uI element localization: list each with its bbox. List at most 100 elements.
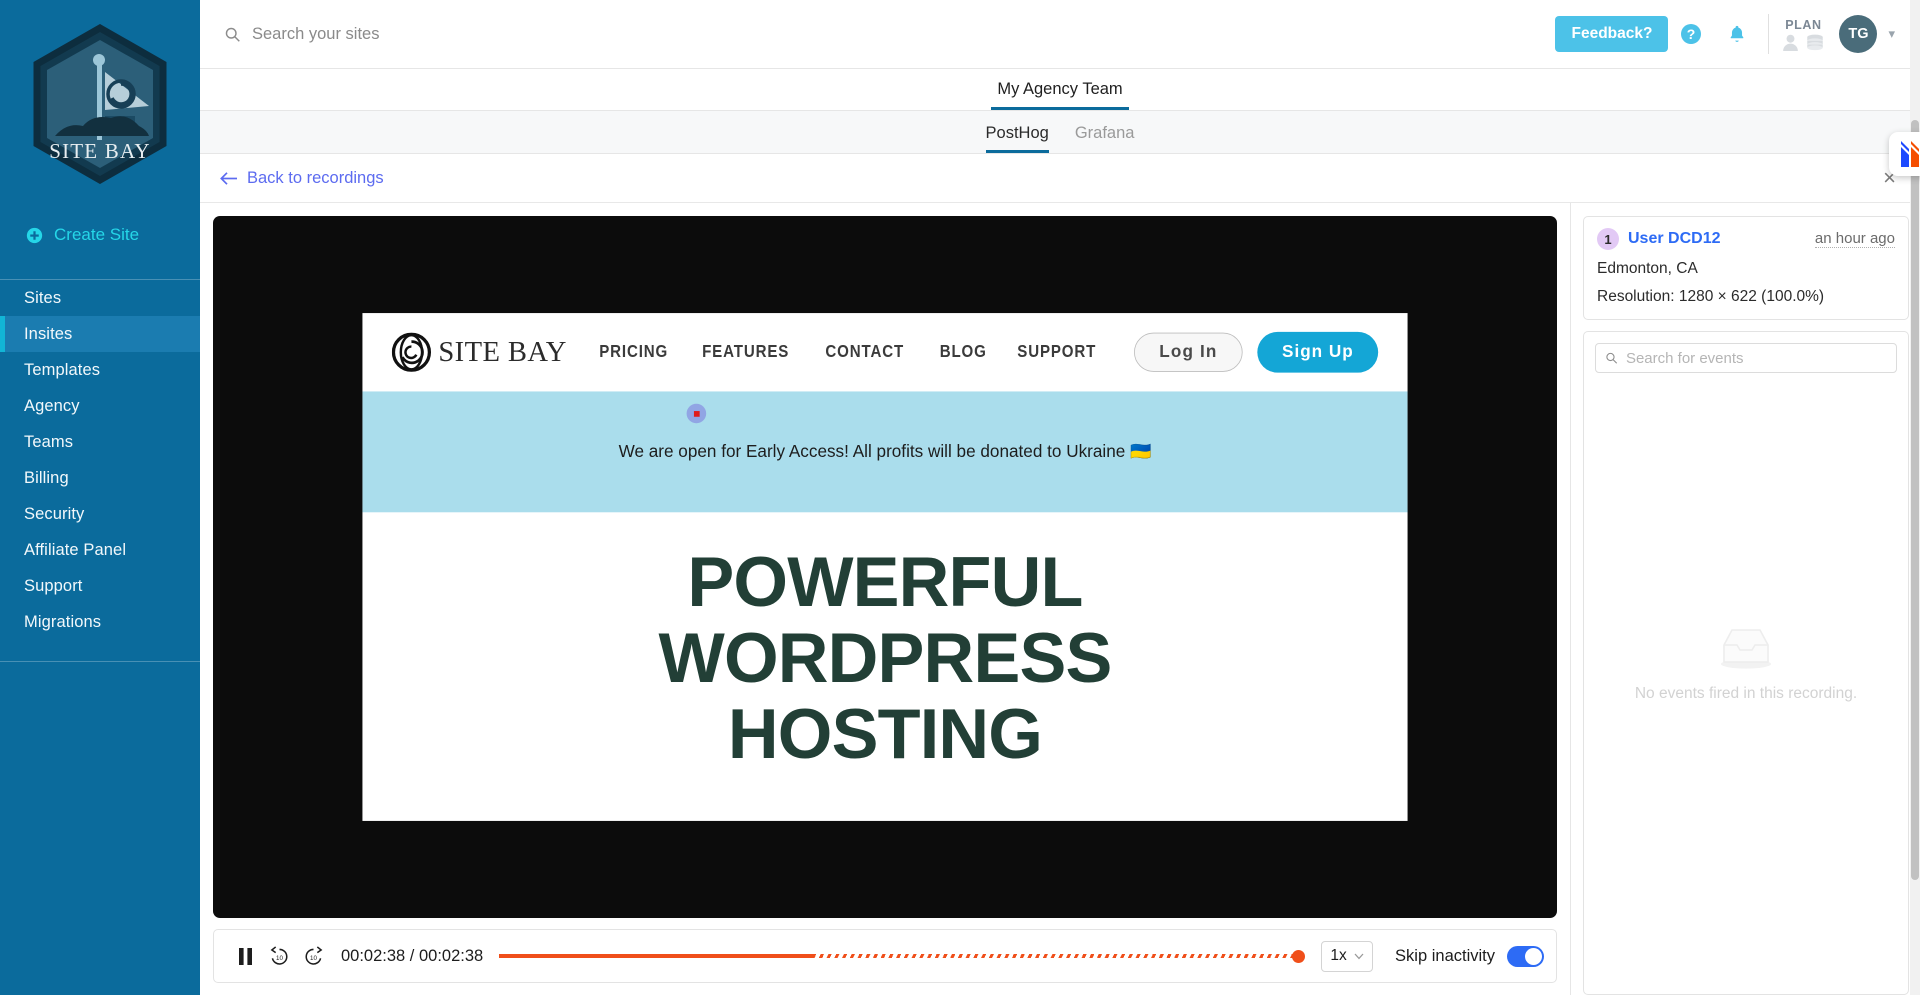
site-signup-button[interactable]: Sign Up [1257,331,1379,373]
forward-10-icon: 10 [304,945,322,965]
sidebar-item-security[interactable]: Security [0,496,200,532]
tab-grafana[interactable]: Grafana [1075,124,1135,153]
sidebar-item-label: Affiliate Panel [24,540,127,559]
sidebar-item-label: Insites [24,324,73,343]
events-search-input[interactable] [1625,349,1887,367]
search-input[interactable]: Search your sites [252,25,379,44]
site-menu-contact[interactable]: CONTACT [826,342,905,362]
plus-circle-icon [26,227,43,243]
site-menu-features[interactable]: FEATURES [702,342,789,362]
hero-line-2: WORDPRESS [658,619,1112,698]
seek-progress-inactive [813,954,1299,958]
top-bar: Search your sites Feedback? ? PLAN TG ▾ [200,0,1920,69]
sidebar-nav: Sites Insites Templates Agency Teams Bil… [0,280,200,640]
user-info-card: 1 User DCD12 an hour ago Edmonton, CA Re… [1583,216,1909,320]
svg-text:SITE BAY: SITE BAY [49,139,151,163]
playback-speed-value: 1x [1330,947,1347,964]
chevron-down-icon [1354,953,1364,959]
tab-my-agency-team[interactable]: My Agency Team [991,80,1129,110]
site-menu-pricing[interactable]: PRICING [599,342,668,362]
site-search[interactable]: Search your sites [200,25,1555,44]
site-menu-support[interactable]: SUPPORT [1018,342,1097,362]
site-menu-blog[interactable]: BLOG [940,342,987,362]
replay-cursor-indicator [686,403,707,424]
top-bar-divider [1768,14,1770,54]
sidebar-item-agency[interactable]: Agency [0,388,200,424]
skip-inactivity-label: Skip inactivity [1395,946,1495,965]
site-hero-heading: POWERFUL WORDPRESS HOSTING [362,545,1407,773]
main-column: Search your sites Feedback? ? PLAN TG ▾ … [200,0,1920,995]
left-sidebar: SITE BAY Create Site Sites Insites Templ… [0,0,200,995]
help-circle-icon: ? [1681,24,1702,44]
back-to-recordings-link[interactable]: Back to recordings [220,169,384,188]
site-navbar: SITE BAY PRICING FEATURES CONTACT BLOG S… [362,313,1407,391]
playback-speed-select[interactable]: 1x [1321,940,1374,972]
player-controls: 10 10 00:02:38 / 00:02:38 1x Skip inacti… [213,929,1557,983]
sidebar-item-billing[interactable]: Billing [0,460,200,496]
sidebar-item-label: Security [24,504,85,523]
recording-content: SITE BAY PRICING FEATURES CONTACT BLOG S… [200,203,1920,995]
create-site-button[interactable]: Create Site [0,212,200,258]
site-logo[interactable]: SITE BAY [391,332,567,372]
sidebar-item-label: Teams [24,432,74,451]
seek-progress-active [499,954,814,958]
search-icon [1606,352,1618,364]
rewind-10-button[interactable]: 10 [262,939,296,973]
posthog-logo-badge[interactable] [1889,132,1920,176]
sidebar-item-teams[interactable]: Teams [0,424,200,460]
plan-usage-icons [1781,34,1825,51]
sidebar-item-label: Migrations [24,612,102,631]
pause-button[interactable] [228,939,262,973]
search-icon [225,27,240,42]
events-panel: No events fired in this recording. [1583,331,1909,995]
events-search[interactable] [1595,343,1897,373]
sidebar-item-affiliate-panel[interactable]: Affiliate Panel [0,532,200,568]
integration-tab-bar: PostHog Grafana [200,111,1920,154]
tab-posthog[interactable]: PostHog [985,124,1049,153]
brand-logo[interactable]: SITE BAY [0,0,200,208]
feedback-button[interactable]: Feedback? [1555,16,1669,52]
plan-indicator[interactable]: PLAN [1781,18,1825,51]
create-site-label: Create Site [54,225,140,244]
posthog-logo-icon [1901,141,1919,167]
chevron-down-icon[interactable]: ▾ [1888,26,1895,42]
help-button[interactable]: ? [1668,14,1714,54]
sidebar-item-migrations[interactable]: Migrations [0,604,200,640]
site-bay-hex-logo-icon: SITE BAY [33,24,167,184]
site-early-access-banner: We are open for Early Access! All profit… [362,391,1408,513]
user-name-link[interactable]: User DCD12 [1628,230,1720,248]
player-timecode: 00:02:38 / 00:02:38 [341,946,484,965]
pause-icon [238,947,252,965]
sidebar-item-sites[interactable]: Sites [0,280,200,316]
recording-side-panel: 1 User DCD12 an hour ago Edmonton, CA Re… [1570,203,1920,995]
user-card-header: 1 User DCD12 an hour ago [1597,228,1895,250]
skip-inactivity-toggle[interactable] [1507,945,1544,967]
seek-handle[interactable] [1292,949,1306,963]
svg-text:10: 10 [276,954,283,961]
sidebar-item-support[interactable]: Support [0,568,200,604]
avatar[interactable]: TG [1839,15,1878,53]
session-count-badge: 1 [1597,228,1619,250]
events-empty-text: No events fired in this recording. [1634,684,1858,702]
sidebar-item-templates[interactable]: Templates [0,352,200,388]
forward-10-button[interactable]: 10 [296,939,330,973]
sidebar-item-insites[interactable]: Insites [0,316,200,352]
recording-subheader: Back to recordings × [200,154,1920,203]
player-stage: SITE BAY PRICING FEATURES CONTACT BLOG S… [213,216,1557,918]
sidebar-item-label: Agency [24,396,80,415]
page-scrollbar-thumb[interactable] [1911,120,1919,880]
notifications-button[interactable] [1714,14,1760,54]
sidebar-item-label: Sites [24,288,62,307]
back-link-label: Back to recordings [247,168,384,187]
site-bay-swirl-icon [391,332,432,372]
sidebar-item-label: Billing [24,468,69,487]
site-hero: POWERFUL WORDPRESS HOSTING [362,512,1407,773]
svg-text:10: 10 [310,954,317,961]
seek-bar[interactable] [499,947,1306,965]
sidebar-item-label: Templates [24,360,101,379]
sidebar-item-label: Support [24,576,83,595]
rewind-10-icon: 10 [270,945,288,965]
arrow-left-icon [220,171,237,185]
site-actions: Log In Sign Up [1133,331,1379,373]
site-login-button[interactable]: Log In [1133,332,1243,372]
